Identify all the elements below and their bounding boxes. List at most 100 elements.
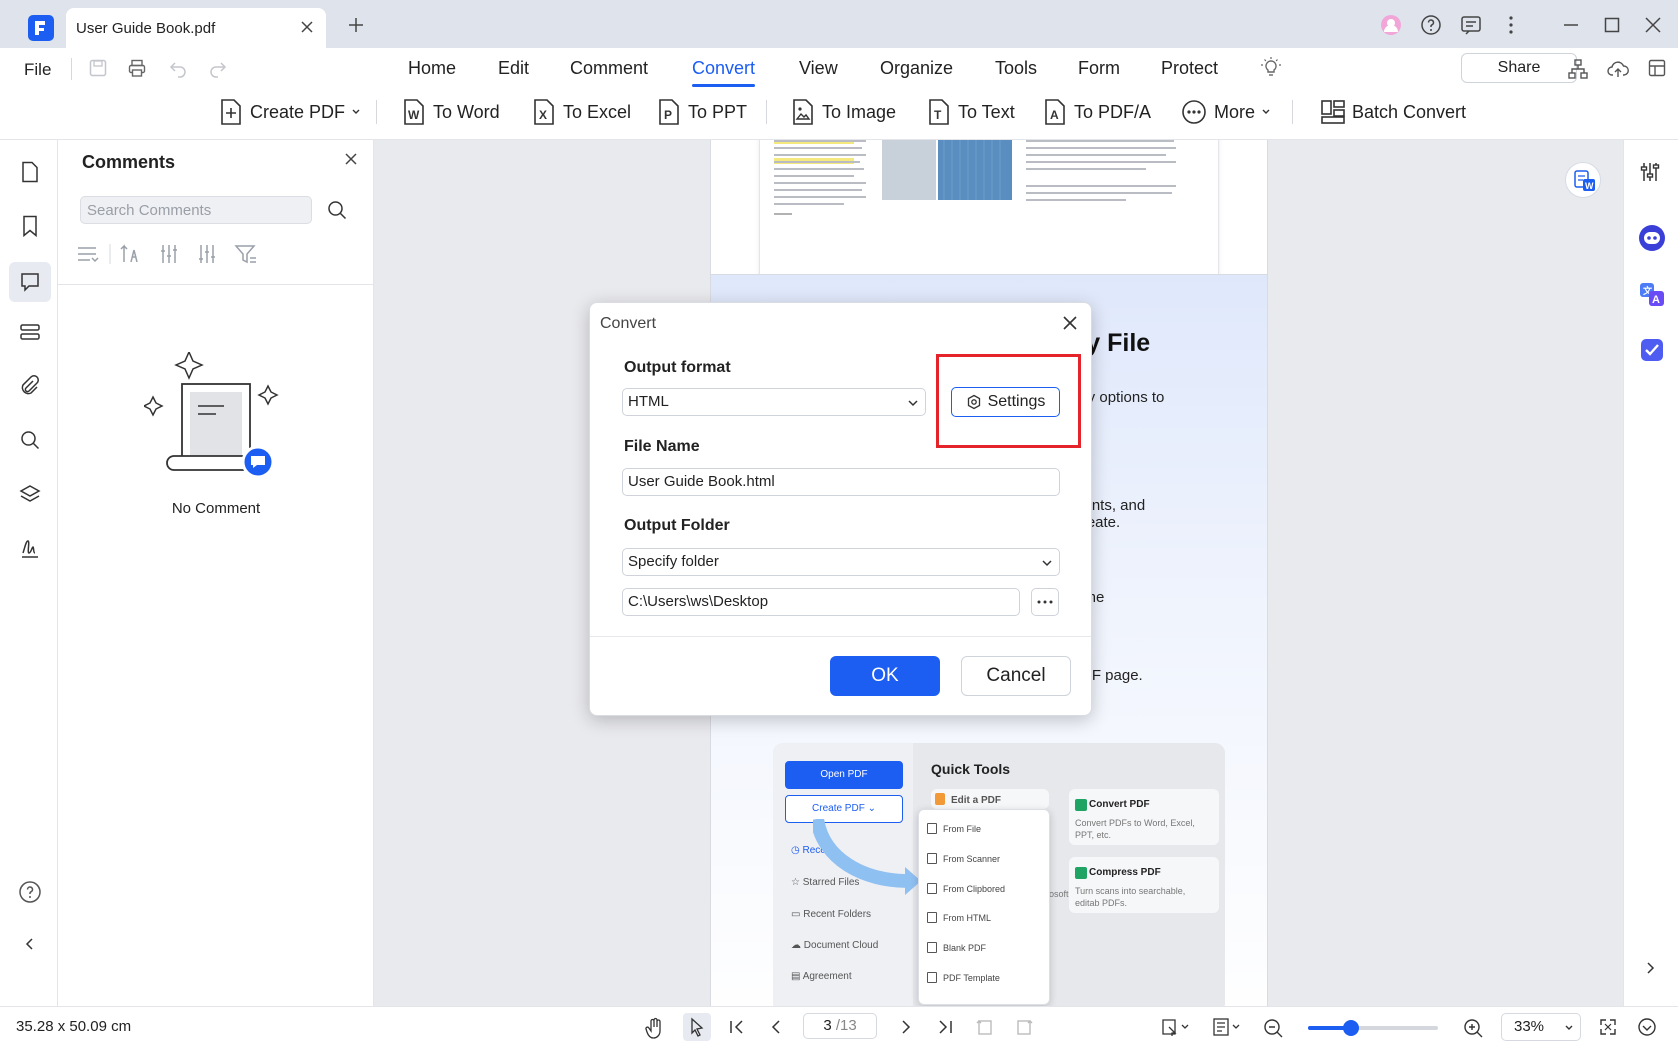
page-number-field[interactable]: 3 /13 xyxy=(803,1013,877,1039)
zoom-value: 33% xyxy=(1514,1018,1545,1035)
browse-folder-button[interactable] xyxy=(1031,588,1059,616)
tab-comment[interactable]: Comment xyxy=(570,58,648,79)
more-button[interactable]: More xyxy=(1180,96,1271,128)
rotate-right-icon[interactable] xyxy=(1014,1017,1034,1037)
output-folder-label: Output Folder xyxy=(624,517,730,534)
maximize-icon[interactable] xyxy=(1603,16,1621,34)
comment-panel-icon[interactable] xyxy=(9,262,51,302)
to-text-button[interactable]: T To Text xyxy=(926,96,1015,128)
file-name-input[interactable]: User Guide Book.html xyxy=(622,468,1060,496)
to-ppt-button[interactable]: P To PPT xyxy=(656,96,747,128)
tab-tools[interactable]: Tools xyxy=(995,58,1037,79)
rotate-left-icon[interactable] xyxy=(975,1017,995,1037)
tab-organize[interactable]: Organize xyxy=(880,58,953,79)
tab-view[interactable]: View xyxy=(799,58,838,79)
feedback-icon[interactable] xyxy=(1460,14,1482,36)
first-page-icon[interactable] xyxy=(727,1017,747,1037)
chevron-down-icon xyxy=(1565,1025,1573,1030)
task-check-icon[interactable] xyxy=(1638,336,1666,364)
close-tab-icon[interactable] xyxy=(300,20,314,34)
nav-document-cloud: ☁ Document Cloud xyxy=(791,940,879,951)
previous-page-icon[interactable] xyxy=(766,1017,786,1037)
signature-icon[interactable] xyxy=(16,534,44,562)
left-rail xyxy=(0,140,58,1006)
last-page-icon[interactable] xyxy=(935,1017,955,1037)
zoom-out-icon[interactable] xyxy=(1262,1017,1284,1039)
undo-icon[interactable] xyxy=(168,58,188,78)
ppt-icon: P xyxy=(659,99,679,125)
new-tab-icon[interactable] xyxy=(348,17,364,33)
cloud-upload-icon[interactable] xyxy=(1607,58,1629,80)
batch-convert-button[interactable]: Batch Convert xyxy=(1320,96,1466,128)
search-icon[interactable] xyxy=(16,426,44,454)
close-panel-icon[interactable] xyxy=(344,152,358,166)
layers-list-icon[interactable] xyxy=(16,318,44,346)
translate-icon[interactable]: 文A xyxy=(1638,280,1666,308)
to-image-button[interactable]: To Image xyxy=(790,96,896,128)
dialog-title: Convert xyxy=(600,315,657,332)
collapse-left-icon[interactable] xyxy=(16,930,44,958)
zoom-slider[interactable] xyxy=(1308,1020,1438,1036)
panel-toggle-icon[interactable] xyxy=(1647,58,1667,78)
file-name-label: File Name xyxy=(624,438,700,455)
tab-form[interactable]: Form xyxy=(1078,58,1120,79)
more-view-options-icon[interactable] xyxy=(1637,1017,1657,1037)
redo-icon[interactable] xyxy=(208,58,228,78)
to-excel-button[interactable]: X To Excel xyxy=(531,96,631,128)
clipboard-icon xyxy=(927,883,937,894)
properties-icon[interactable] xyxy=(1638,160,1662,184)
open-pdf-button: Open PDF xyxy=(785,761,903,789)
file-menu[interactable]: File xyxy=(24,60,51,80)
lightbulb-icon[interactable] xyxy=(1260,56,1282,78)
folder-path-input[interactable]: C:\Users\ws\Desktop xyxy=(622,588,1020,616)
to-word-button[interactable]: W To Word xyxy=(401,96,500,128)
workflow-icon[interactable] xyxy=(1567,58,1589,80)
share-button[interactable]: Share xyxy=(1461,53,1577,83)
output-format-value: HTML xyxy=(628,393,669,410)
tab-protect[interactable]: Protect xyxy=(1161,58,1218,79)
tab-convert[interactable]: Convert xyxy=(692,58,756,87)
document-tab[interactable]: User Guide Book.pdf xyxy=(66,8,326,48)
svg-text:X: X xyxy=(539,108,547,122)
avatar[interactable] xyxy=(1380,14,1402,36)
close-dialog-icon[interactable] xyxy=(1062,315,1078,331)
output-format-select[interactable]: HTML xyxy=(622,388,926,416)
minimize-icon[interactable] xyxy=(1562,16,1580,34)
help-icon[interactable] xyxy=(16,878,44,906)
to-pdfa-button[interactable]: A To PDF/A xyxy=(1042,96,1151,128)
tab-edit[interactable]: Edit xyxy=(498,58,529,79)
search-icon[interactable] xyxy=(326,199,348,221)
close-window-icon[interactable] xyxy=(1644,16,1662,34)
page-mode-icon[interactable] xyxy=(1160,1017,1190,1037)
more-options-icon[interactable] xyxy=(1500,14,1522,36)
tab-home[interactable]: Home xyxy=(408,58,456,79)
next-page-icon[interactable] xyxy=(896,1017,916,1037)
svg-text:T: T xyxy=(934,108,942,122)
output-folder-value: Specify folder xyxy=(628,553,719,570)
zoom-slider-handle[interactable] xyxy=(1343,1020,1359,1036)
zoom-in-icon[interactable] xyxy=(1462,1017,1484,1039)
edit-pdf-card: Edit a PDF xyxy=(931,789,1049,809)
to-excel-label: To Excel xyxy=(563,101,632,122)
attachment-icon[interactable] xyxy=(16,372,44,400)
page-thumbnail-icon[interactable] xyxy=(16,158,44,186)
ok-button[interactable]: OK xyxy=(830,656,940,696)
fit-page-icon[interactable] xyxy=(1598,1017,1618,1037)
nav-recent-folders: ▭ Recent Folders xyxy=(791,909,872,920)
search-comments-input[interactable] xyxy=(80,196,312,224)
zoom-select[interactable]: 33% xyxy=(1501,1013,1581,1041)
ai-assistant-icon[interactable] xyxy=(1638,224,1666,252)
create-pdf-button[interactable]: Create PDF xyxy=(218,96,361,128)
hand-tool-icon[interactable] xyxy=(645,1017,665,1039)
output-folder-select[interactable]: Specify folder xyxy=(622,548,1060,576)
convert-to-word-floating-button[interactable]: W xyxy=(1565,162,1601,198)
scroll-mode-icon[interactable] xyxy=(1212,1017,1242,1037)
print-icon[interactable] xyxy=(127,58,147,78)
expand-right-icon[interactable] xyxy=(1642,960,1658,976)
cancel-button[interactable]: Cancel xyxy=(961,656,1071,696)
bookmark-icon[interactable] xyxy=(16,212,44,240)
save-icon[interactable] xyxy=(88,58,108,78)
layers-icon[interactable] xyxy=(16,480,44,508)
help-icon[interactable] xyxy=(1420,14,1442,36)
select-tool-icon[interactable] xyxy=(683,1013,711,1041)
